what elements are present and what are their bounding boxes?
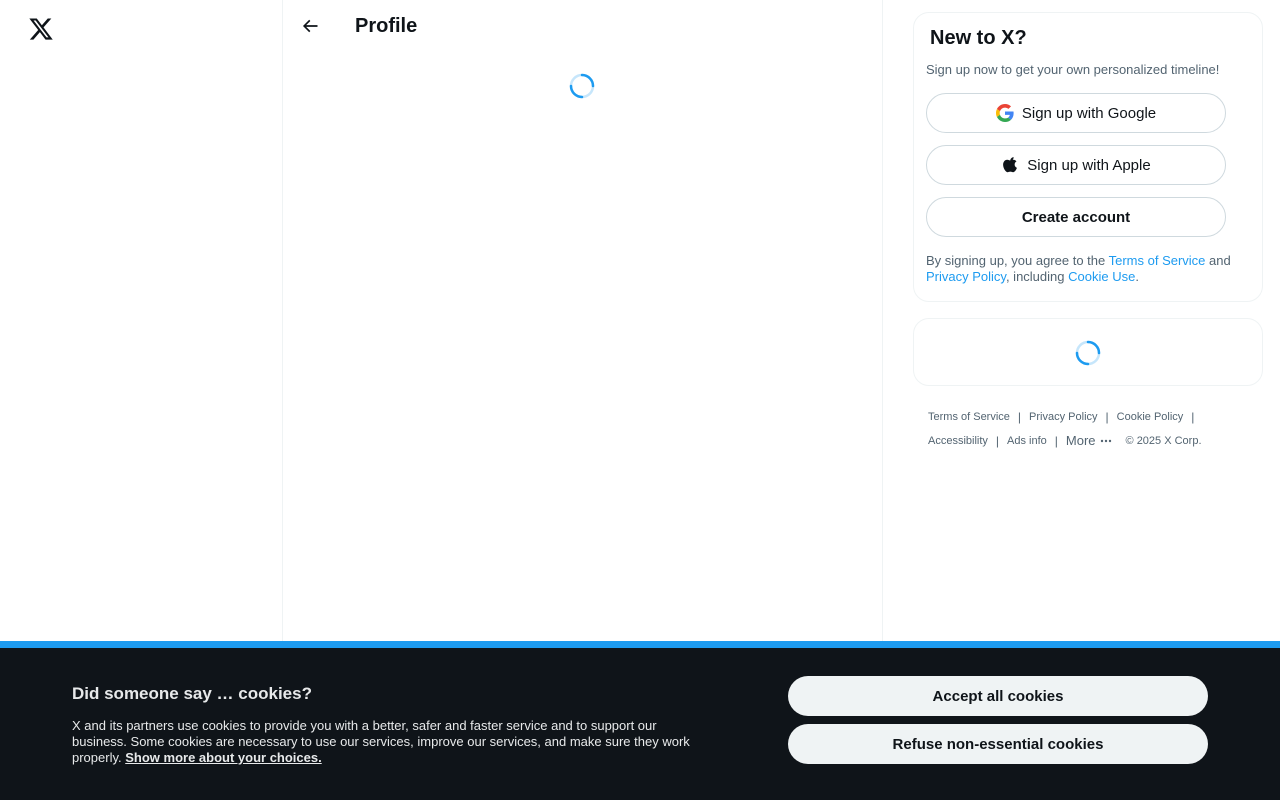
legal-and: and [1205, 253, 1231, 268]
terms-of-service-link[interactable]: Terms of Service [1109, 253, 1206, 268]
cookie-use-link[interactable]: Cookie Use [1068, 269, 1135, 284]
footer-ads-info-link[interactable]: Ads info [1007, 429, 1047, 453]
x-logo-icon[interactable] [20, 8, 62, 50]
legal-suffix: . [1135, 269, 1139, 284]
loading-spinner [569, 73, 595, 99]
create-account-label: Create account [1021, 208, 1131, 226]
footer-separator: | [1017, 410, 1022, 424]
signup-title: New to X? [930, 27, 1027, 49]
footer-row: Terms of Service | Privacy Policy | Cook… [928, 405, 1248, 429]
signup-subtitle: Sign up now to get your own personalized… [926, 62, 1220, 77]
signup-legal-text: By signing up, you agree to the Terms of… [926, 253, 1251, 285]
footer-more-button[interactable]: More [1066, 429, 1112, 453]
loading-spinner [1075, 340, 1101, 366]
signup-apple-button[interactable]: Sign up with Apple [926, 145, 1226, 185]
signup-google-label: Sign up with Google [1021, 104, 1157, 122]
cookie-banner: Did someone say … cookies? X and its par… [0, 641, 1280, 800]
footer-terms-link[interactable]: Terms of Service [928, 405, 1010, 429]
footer-copyright: © 2025 X Corp. [1125, 435, 1202, 447]
footer-privacy-link[interactable]: Privacy Policy [1029, 405, 1097, 429]
footer-row: Accessibility | Ads info | More © 2025 X… [928, 429, 1248, 453]
back-button[interactable] [293, 9, 327, 43]
refuse-cookies-button[interactable]: Refuse non-essential cookies [788, 724, 1208, 764]
footer-accessibility-link[interactable]: Accessibility [928, 429, 988, 453]
signup-google-button[interactable]: Sign up with Google [926, 93, 1226, 133]
page: Profile New to X? Sign up now to get you… [0, 0, 1280, 800]
arrow-left-icon [302, 19, 318, 33]
signup-apple-label: Sign up with Apple [1027, 156, 1151, 174]
footer-separator: | [1054, 434, 1058, 448]
cookie-banner-text: X and its partners use cookies to provid… [72, 718, 712, 766]
footer-links: Terms of Service | Privacy Policy | Cook… [928, 405, 1248, 453]
page-title: Profile [355, 15, 418, 37]
footer-separator: | [1105, 410, 1109, 424]
footer-separator: | [995, 434, 1000, 448]
google-icon [995, 104, 1014, 122]
trends-card [913, 318, 1263, 386]
privacy-policy-link[interactable]: Privacy Policy [926, 269, 1006, 284]
accept-cookies-button[interactable]: Accept all cookies [788, 676, 1208, 716]
x-logo-glyph [29, 18, 53, 40]
create-account-button[interactable]: Create account [926, 197, 1226, 237]
signup-card: New to X? Sign up now to get your own pe… [913, 12, 1263, 302]
legal-including: , including [1005, 269, 1069, 284]
cookie-choices-link[interactable]: Show more about your choices. [125, 750, 321, 765]
footer-more-label: More [1065, 433, 1096, 448]
ellipsis-icon [1100, 439, 1111, 443]
legal-prefix: By signing up, you agree to the [926, 253, 1109, 268]
footer-cookie-link[interactable]: Cookie Policy [1117, 405, 1184, 429]
cookie-banner-title: Did someone say … cookies? [72, 684, 312, 703]
apple-icon [1001, 156, 1019, 174]
profile-header: Profile [283, 0, 883, 53]
footer-separator: | [1191, 410, 1195, 424]
